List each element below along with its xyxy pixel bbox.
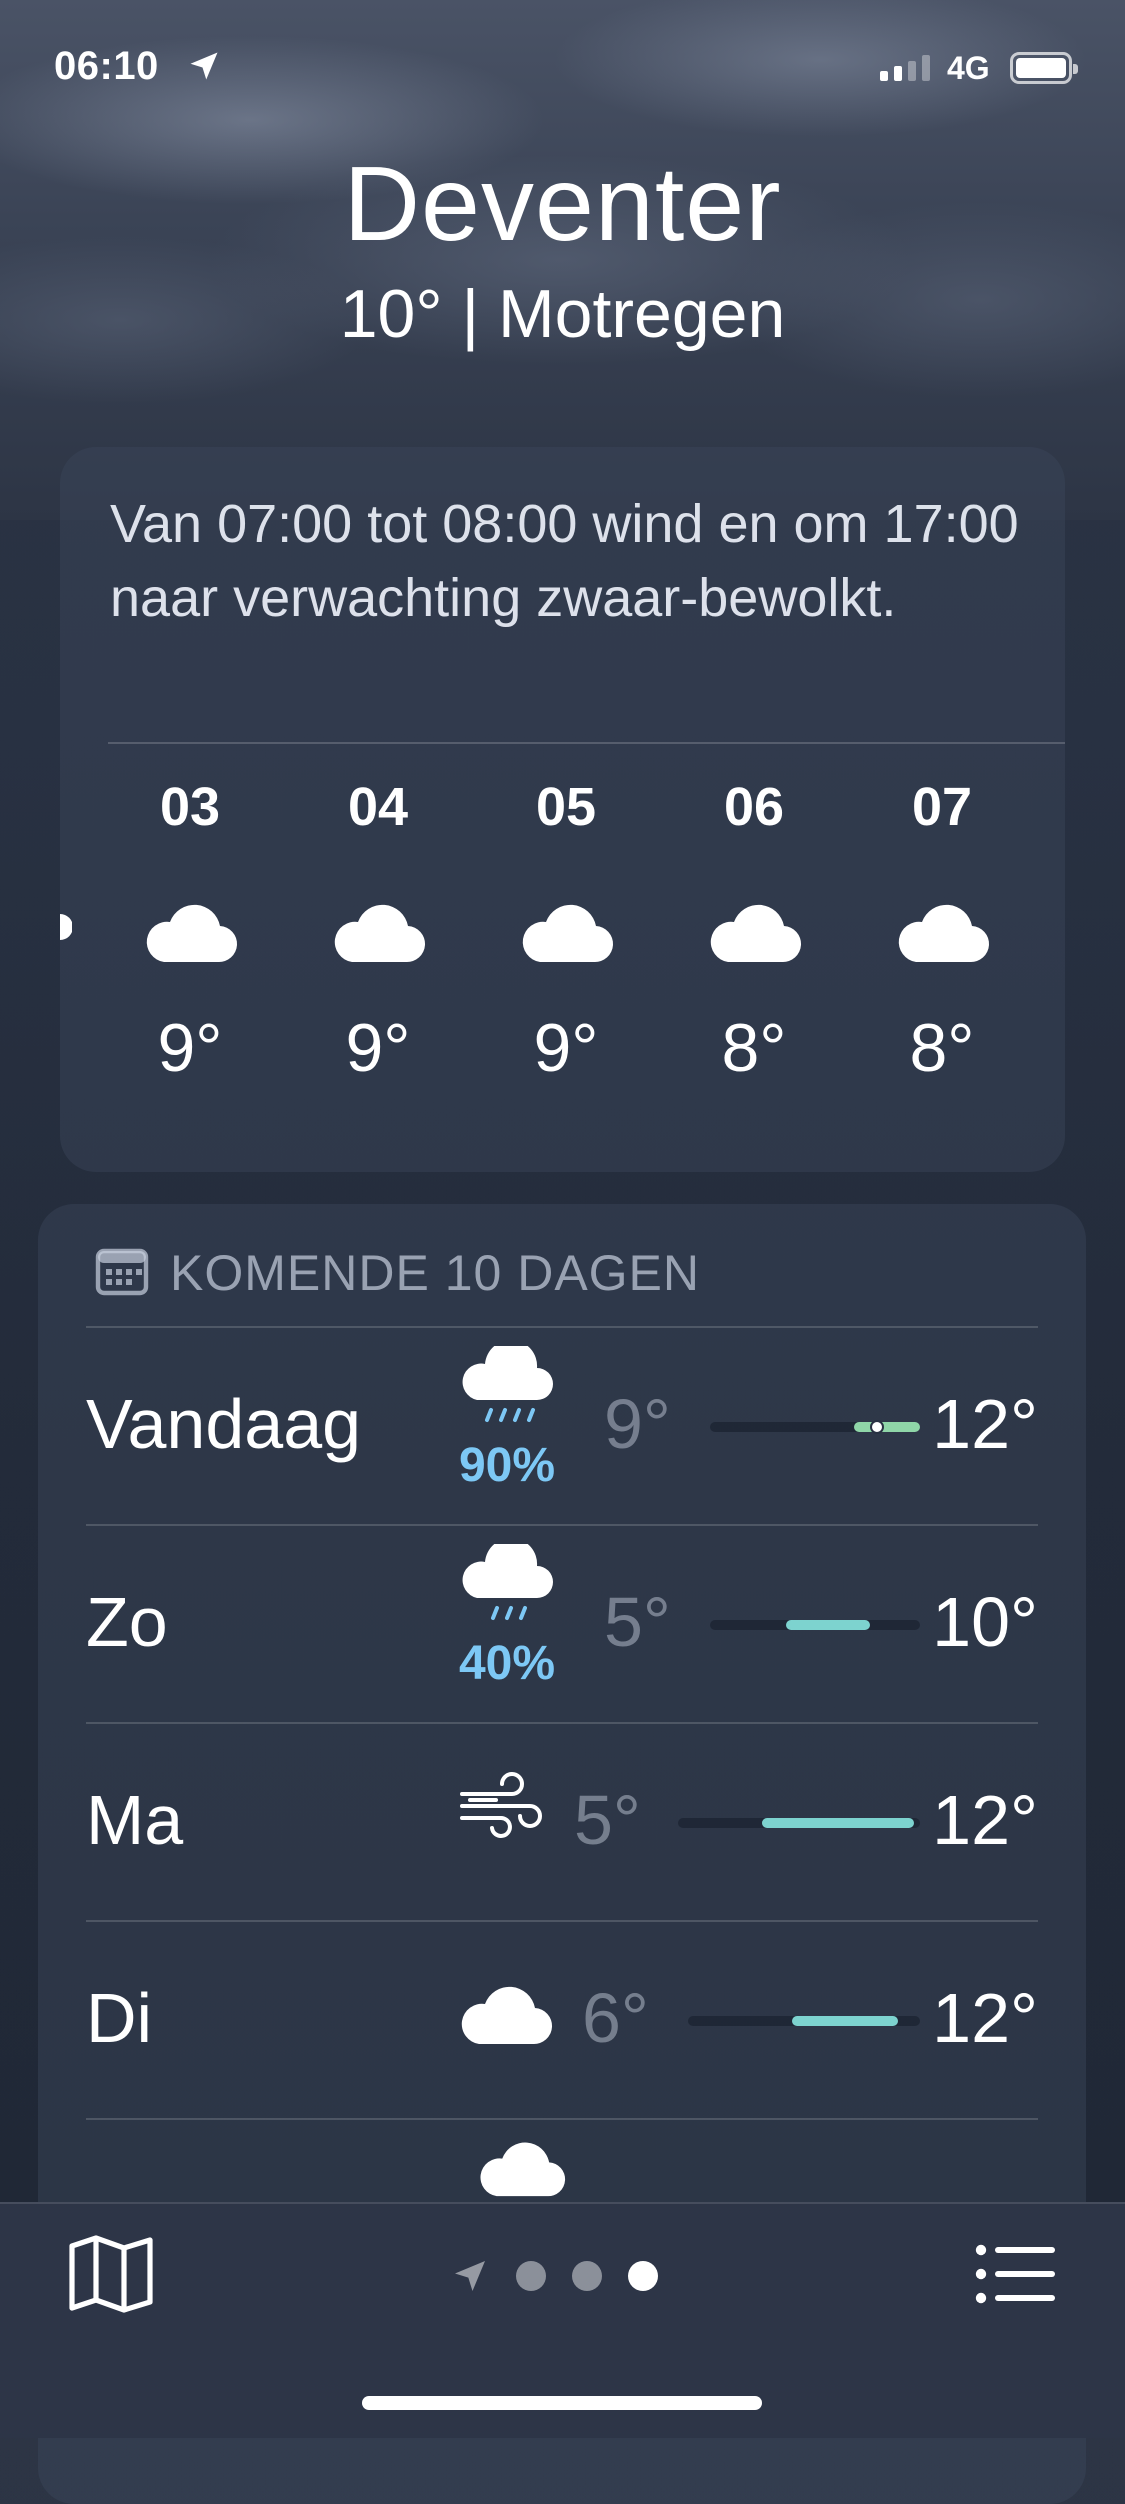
low-temp: 5° <box>604 1583 671 1661</box>
hour-label: 04 <box>347 777 409 837</box>
day-label: Zo <box>86 1583 168 1661</box>
temp-range-bar <box>688 2016 920 2026</box>
temp-range-fill <box>792 2016 898 2026</box>
cloud-icon <box>466 2138 576 2203</box>
page-indicator[interactable] <box>450 2256 658 2296</box>
low-temp: 5° <box>574 1781 641 1859</box>
current-summary: 10° | Motregen <box>339 276 786 352</box>
hour-label: 06 <box>723 777 785 837</box>
temp-range-bar <box>678 1818 920 1828</box>
location-arrow-icon <box>186 48 222 89</box>
cloud-icon <box>110 877 270 987</box>
map-icon <box>69 2235 153 2313</box>
hour-temp: 9° <box>345 1010 411 1086</box>
hour-item: 05 9° <box>486 767 646 1093</box>
day-label: Vandaag <box>86 1385 362 1463</box>
signal-icon <box>880 55 930 81</box>
city-list-button[interactable] <box>975 2242 1057 2311</box>
hour-temp: 8° <box>909 1010 975 1086</box>
location-arrow-icon <box>455 2261 485 2291</box>
status-bar: 06:10 4G <box>0 0 1125 140</box>
precip-chance: 90% <box>458 1439 556 1492</box>
day-row[interactable]: Di 6° 12° <box>86 1920 1038 2118</box>
hour-label: 07 <box>911 777 973 837</box>
row-divider <box>86 1920 1038 1922</box>
page-dot-active[interactable] <box>628 2261 658 2291</box>
day-row[interactable]: Vandaag 90% 9° 12° <box>86 1326 1038 1524</box>
current-temp-dot <box>870 1420 884 1434</box>
cloud-icon <box>450 1982 560 2051</box>
ten-day-title: KOMENDE 10 DAGEN <box>170 1245 701 1301</box>
divider <box>108 742 1065 744</box>
temp-range-bar <box>710 1420 920 1434</box>
wind-icon <box>446 1772 556 1847</box>
list-icon <box>975 2244 1055 2304</box>
hour-item: 07 8° <box>862 767 1022 1093</box>
temp-range-bar <box>710 1620 920 1630</box>
hour-temp: 8° <box>721 1010 787 1086</box>
cloud-rain-icon: 90% <box>452 1339 562 1493</box>
day-label: Ma <box>86 1781 184 1859</box>
day-label: Di <box>86 1979 153 2057</box>
high-temp: 12° <box>932 1979 1038 2057</box>
cloud-icon <box>862 877 1022 987</box>
hour-item: 04 9° <box>298 767 458 1093</box>
precip-chance: 40% <box>458 1637 556 1690</box>
row-divider <box>86 2118 1038 2120</box>
row-divider <box>86 1722 1038 1724</box>
cloud-icon <box>486 877 646 987</box>
partial-cloud-icon <box>60 914 72 940</box>
temp-range-fill <box>786 1620 870 1630</box>
day-row[interactable]: Ma 5° 12° <box>86 1722 1038 1920</box>
row-divider <box>86 1524 1038 1526</box>
cloud-icon <box>674 877 834 987</box>
row-divider <box>86 1326 1038 1328</box>
location-header: Deventer 10° | Motregen <box>0 140 1125 354</box>
hourly-forecast-card[interactable]: Van 07:00 tot 08:00 wind en om 17:00 naa… <box>60 447 1065 1172</box>
hour-item: 06 8° <box>674 767 834 1093</box>
hour-label: 03 <box>159 777 221 837</box>
hour-temp: 9° <box>157 1010 223 1086</box>
page-dot[interactable] <box>516 2261 546 2291</box>
forecast-description: Van 07:00 tot 08:00 wind en om 17:00 naa… <box>110 494 1019 628</box>
hour-label: 05 <box>535 777 597 837</box>
high-temp: 12° <box>932 1385 1038 1463</box>
temp-range-fill <box>854 1422 920 1432</box>
calendar-icon <box>94 1245 150 1302</box>
hour-item: 03 9° <box>110 767 270 1093</box>
high-temp: 10° <box>932 1583 1038 1661</box>
status-time: 06:10 <box>54 44 159 88</box>
hour-temp: 9° <box>533 1010 599 1086</box>
page-dot[interactable] <box>572 2261 602 2291</box>
temp-range-fill <box>762 1818 914 1828</box>
ten-day-header: KOMENDE 10 DAGEN <box>94 1244 700 1302</box>
high-temp: 12° <box>932 1781 1038 1859</box>
low-temp: 6° <box>582 1979 649 2057</box>
battery-icon <box>1010 52 1078 84</box>
cloud-rain-icon: 40% <box>452 1537 562 1691</box>
day-row[interactable]: Zo 40% 5° 10° <box>86 1524 1038 1722</box>
map-button[interactable] <box>68 2234 154 2319</box>
home-indicator[interactable] <box>362 2396 762 2410</box>
low-temp: 9° <box>604 1385 671 1463</box>
cloud-icon <box>298 877 458 987</box>
city-name: Deventer <box>343 145 782 263</box>
network-label: 4G <box>947 50 990 86</box>
